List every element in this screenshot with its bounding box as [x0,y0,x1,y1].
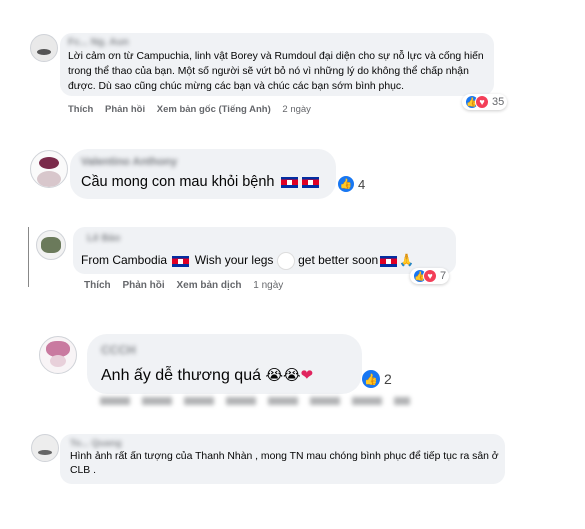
comment-actions: Thích Phản hồi Xem bản gốc (Tiếng Anh) 2… [68,104,320,115]
comment-text-body: Anh ấy dễ thương quá [101,367,261,384]
red-heart-icon: ❤ [300,366,314,384]
like-reaction-icon: 👍 [361,369,381,389]
commenter-name[interactable]: To... Quang [70,438,122,449]
see-original-button[interactable]: Xem bản gốc (Tiếng Anh) [157,104,271,115]
avatar[interactable] [30,150,68,188]
crying-face-icon: 😭 [282,366,301,384]
reaction-summary[interactable]: 👍 ♥ 7 [410,268,450,284]
comment-text-part: get better soon [298,253,379,268]
like-button[interactable]: Thích [84,280,111,291]
love-reaction-icon: ♥ [475,95,489,109]
reaction-summary[interactable]: 👍 2 [358,368,395,390]
love-reaction-icon: ♥ [423,269,437,283]
comment-text-part: From Cambodia [81,253,168,268]
crying-face-icon: 😭 [265,366,283,384]
timestamp[interactable]: 2 ngày [282,104,311,115]
reaction-summary[interactable]: 👍 ♥ 35 [462,94,508,110]
like-button[interactable]: Thích [68,104,93,115]
comment-text: Anh ấy dễ thương quá 😭😭❤ [101,365,313,386]
commenter-name[interactable]: Lê Bảo [87,233,120,244]
reaction-count: 35 [492,96,505,108]
commenter-name[interactable]: Fc... Ng. Aun [68,37,129,48]
avatar[interactable] [39,336,77,374]
reaction-count: 4 [358,176,366,192]
cambodia-flag-icon [172,255,190,267]
hidden-emoji-icon [276,252,295,270]
comment-actions: Thích Phản hồi Xem bản dịch 1 ngày [84,280,292,291]
reaction-count: 7 [440,270,447,282]
comment-text: From Cambodia Wish your legs get better … [81,252,414,270]
avatar[interactable] [36,230,66,260]
reaction-count: 2 [384,371,392,387]
commenter-name[interactable]: CCCH [101,343,136,357]
cropped-comment-actions [100,397,410,405]
see-translation-button[interactable]: Xem bản dịch [176,280,241,291]
comment-text: Lời cảm ơn từ Campuchia, linh vật Borey … [68,51,484,92]
reply-button[interactable]: Phản hồi [105,104,145,115]
avatar[interactable] [31,434,59,462]
avatar[interactable] [30,34,58,62]
cambodia-flag-icon [380,255,398,267]
commenter-name[interactable]: Valentino Anthony [81,156,177,168]
timestamp[interactable]: 1 ngày [253,280,283,291]
like-reaction-icon: 👍 [337,175,355,193]
cambodia-flag-icon [301,176,319,188]
reply-thread-line [28,227,29,287]
comment-text: Hình ảnh rất ấn tượng của Thanh Nhàn , m… [70,451,499,476]
reaction-summary[interactable]: 👍 4 [334,174,368,194]
reply-button[interactable]: Phản hồi [122,280,164,291]
comment-text-body: Cầu mong con mau khỏi bệnh [81,174,275,190]
cambodia-flag-icon [280,176,298,188]
praying-hands-icon: 🙏 [399,253,415,268]
comment-text: Cầu mong con mau khỏi bệnh [81,173,321,192]
comment-text-part: Wish your legs [194,253,274,268]
